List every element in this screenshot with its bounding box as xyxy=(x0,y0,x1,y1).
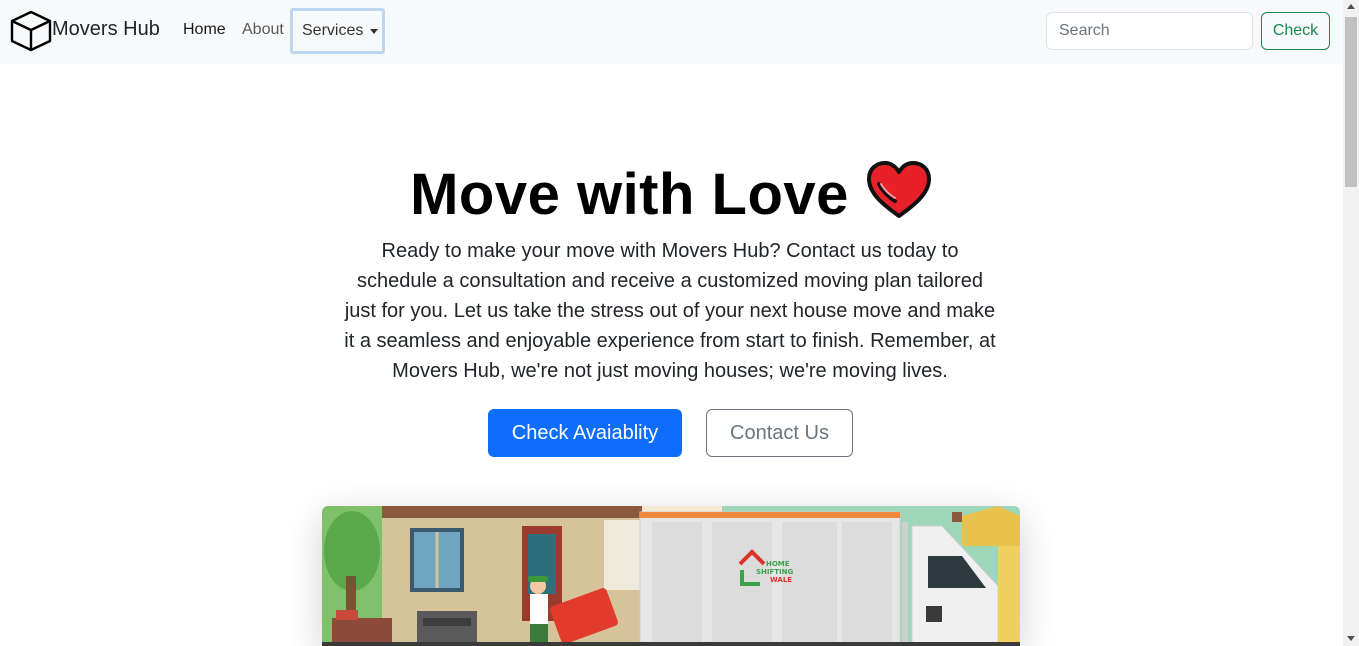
truck-logo-line3: WALE xyxy=(770,576,792,584)
scroll-up-arrow-icon[interactable] xyxy=(1347,4,1355,9)
nav-services-dropdown[interactable]: Services xyxy=(290,8,385,54)
nav-services-label: Services xyxy=(302,22,364,39)
truck-logo-line1: HOME xyxy=(766,560,790,568)
hero-description: Ready to make your move with Movers Hub?… xyxy=(344,240,996,382)
nav-home[interactable]: Home xyxy=(183,21,226,39)
contact-us-button[interactable]: Contact Us xyxy=(706,409,853,457)
box-icon xyxy=(10,10,52,52)
check-availability-button[interactable]: Check Avaiablity xyxy=(488,409,682,457)
check-button[interactable]: Check xyxy=(1261,12,1330,50)
scroll-thumb[interactable] xyxy=(1345,17,1357,187)
nav-about[interactable]: About xyxy=(242,21,284,39)
hero-title: Move with Love xyxy=(410,162,849,227)
hero-title-row: Move with Love xyxy=(0,160,1343,228)
moving-truck-illustration: HOME SHIFTING WALE xyxy=(322,506,1020,646)
truck-logo-line2: SHIFTING xyxy=(756,568,794,576)
caret-down-icon xyxy=(370,28,379,34)
heart-icon xyxy=(866,161,931,218)
scroll-down-arrow-icon[interactable] xyxy=(1347,636,1355,641)
hero-illustration: HOME SHIFTING WALE xyxy=(322,506,1020,646)
search-input[interactable] xyxy=(1046,12,1253,50)
navbar: Movers Hub Home About Services Check xyxy=(0,0,1343,64)
vertical-scrollbar[interactable] xyxy=(1343,0,1359,646)
brand-link[interactable]: Movers Hub xyxy=(10,10,160,52)
brand-name: Movers Hub xyxy=(52,17,160,40)
